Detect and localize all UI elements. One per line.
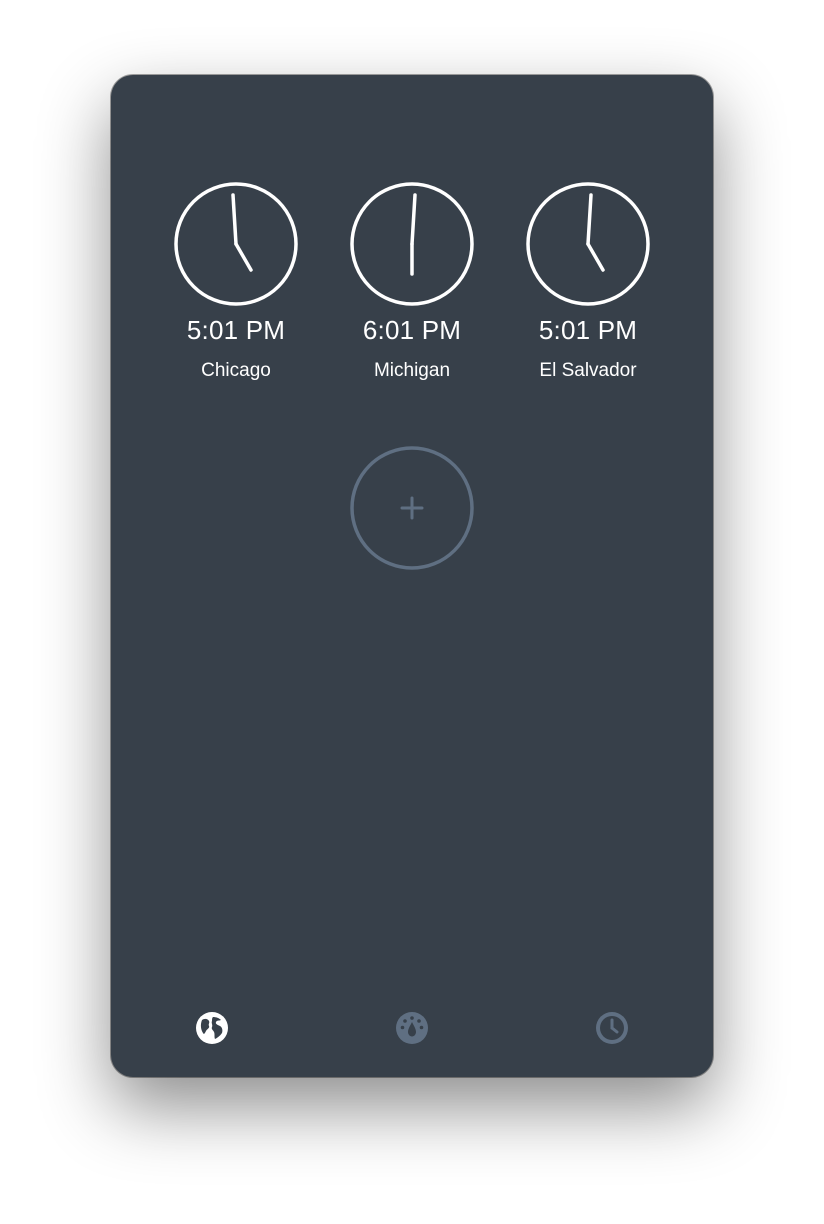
clock-city: Chicago [201, 360, 271, 381]
analog-clock-icon [174, 182, 298, 306]
analog-clock-icon [526, 182, 650, 306]
clock-time: 6:01 PM [362, 315, 462, 345]
clock-time: 5:01 PM [186, 315, 286, 345]
clock-tile-michigan[interactable]: 6:01 PM Michigan [332, 181, 492, 391]
clock-city: El Salvador [539, 360, 637, 381]
add-clock-button[interactable] [350, 446, 474, 570]
clock-time: 5:01 PM [538, 315, 638, 345]
tab-bar [111, 977, 713, 1077]
clock-tile-chicago[interactable]: 5:01 PM Chicago [156, 181, 316, 391]
globe-icon [196, 1012, 228, 1044]
tab-gauge[interactable] [395, 1011, 429, 1045]
clock-icon [596, 1012, 628, 1044]
tab-clock[interactable] [595, 1011, 629, 1045]
clock-tile-el-salvador[interactable]: 5:01 PM El Salvador [508, 181, 668, 391]
plus-icon [350, 446, 474, 570]
app-window: 5:01 PM Chicago 6:01 PM Michigan 5:01 PM… [111, 75, 713, 1077]
clock-city: Michigan [373, 360, 451, 381]
tab-world-clock[interactable] [195, 1011, 229, 1045]
analog-clock-icon [350, 182, 474, 306]
water-drop-gauge-icon [396, 1012, 428, 1044]
